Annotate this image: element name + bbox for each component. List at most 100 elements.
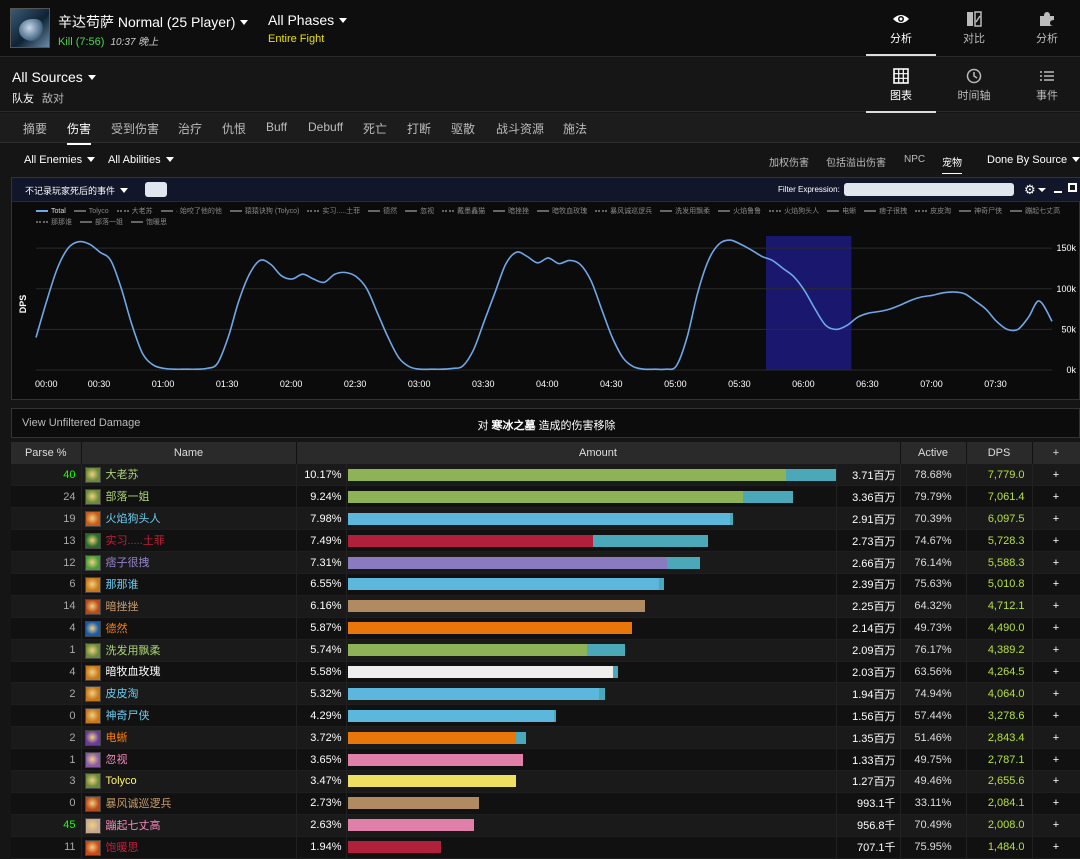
enemy-link[interactable]: 敌对 bbox=[42, 93, 64, 105]
phase-selector[interactable]: All Phases bbox=[268, 12, 348, 28]
expand-button[interactable]: + bbox=[1032, 704, 1080, 728]
player-name-cell[interactable]: 部落一姐 bbox=[81, 485, 297, 509]
player-name-cell[interactable]: 实习.....土菲 bbox=[81, 529, 297, 553]
boss-portrait-icon bbox=[10, 8, 50, 48]
player-name-cell[interactable]: 饱暖思 bbox=[81, 836, 297, 859]
tab-resources[interactable]: 战斗资源 bbox=[496, 120, 544, 137]
pets-toggle[interactable]: 宠物 bbox=[942, 154, 962, 174]
tab-casts[interactable]: 施法 bbox=[563, 120, 587, 137]
col-dps[interactable]: DPS bbox=[966, 442, 1033, 464]
highlight-range[interactable] bbox=[765, 236, 852, 370]
col-plus[interactable]: + bbox=[1032, 442, 1080, 464]
player-name-cell[interactable]: 那那谁 bbox=[81, 573, 297, 596]
player-name-cell[interactable]: 电蜥 bbox=[81, 726, 297, 750]
expand-button[interactable]: + bbox=[1032, 639, 1080, 662]
npc-toggle[interactable]: NPC bbox=[904, 154, 925, 165]
expand-button[interactable]: + bbox=[1032, 814, 1080, 837]
expand-button[interactable]: + bbox=[1032, 792, 1080, 815]
player-name-cell[interactable]: 洗发用飘柔 bbox=[81, 639, 297, 662]
table-row[interactable]: 0 神奇尸侠 4.29% 1.56百万 57.44% 3,278.6 + bbox=[11, 704, 1080, 728]
table-row[interactable]: 6 那那谁 6.55% 2.39百万 75.63% 5,010.8 + bbox=[11, 573, 1080, 596]
player-name-cell[interactable]: 神奇尸侠 bbox=[81, 704, 297, 728]
expand-button[interactable]: + bbox=[1032, 661, 1080, 684]
table-row[interactable]: 40 大老苏 10.17% 3.71百万 78.68% 7,779.0 + bbox=[11, 464, 1080, 487]
player-name-cell[interactable]: Tolyco bbox=[81, 770, 297, 793]
table-row[interactable]: 12 痞子很拽 7.31% 2.66百万 76.14% 5,588.3 + bbox=[11, 551, 1080, 574]
table-row[interactable]: 11 饱暖思 1.94% 707.1千 75.95% 1,484.0 + bbox=[11, 836, 1080, 859]
tab-buffs[interactable]: Buff bbox=[266, 120, 287, 134]
player-name-cell[interactable]: 蹦起七丈高 bbox=[81, 814, 297, 837]
player-name-cell[interactable]: 火焰狗头人 bbox=[81, 507, 297, 531]
expand-button[interactable]: + bbox=[1032, 485, 1080, 509]
table-row[interactable]: 2 电蜥 3.72% 1.35百万 51.46% 2,843.4 + bbox=[11, 726, 1080, 750]
player-name-cell[interactable]: 忽视 bbox=[81, 748, 297, 771]
expand-button[interactable]: + bbox=[1032, 573, 1080, 596]
expand-button[interactable]: + bbox=[1032, 726, 1080, 750]
encounter-time: 10:37 晚上 bbox=[110, 37, 159, 48]
col-active[interactable]: Active bbox=[900, 442, 967, 464]
friendly-link[interactable]: 队友 bbox=[12, 93, 34, 105]
expand-button[interactable]: + bbox=[1032, 464, 1080, 487]
expand-button[interactable]: + bbox=[1032, 595, 1080, 618]
table-row[interactable]: 4 德然 5.87% 2.14百万 49.73% 4,490.0 + bbox=[11, 617, 1080, 640]
expand-button[interactable]: + bbox=[1032, 748, 1080, 771]
tab-deaths[interactable]: 死亡 bbox=[363, 120, 387, 137]
percent-value: 6.16% bbox=[296, 595, 347, 618]
table-row[interactable]: 1 洗发用飘柔 5.74% 2.09百万 76.17% 4,389.2 + bbox=[11, 639, 1080, 662]
done-by-selector[interactable]: Done By Source bbox=[987, 154, 1080, 166]
tab-debuffs[interactable]: Debuff bbox=[308, 120, 343, 134]
table-row[interactable]: 45 蹦起七丈高 2.63% 956.8千 70.49% 2,008.0 + bbox=[11, 814, 1080, 837]
col-amount[interactable]: Amount bbox=[296, 442, 901, 464]
tab-healing[interactable]: 治疗 bbox=[178, 120, 202, 137]
tab-damage[interactable]: 伤害 bbox=[67, 120, 92, 145]
series-line-total[interactable] bbox=[35, 239, 1053, 371]
table-row[interactable]: 4 暗牧血玫瑰 5.58% 2.03百万 63.56% 4,264.5 + bbox=[11, 661, 1080, 684]
tab-dispels[interactable]: 驱散 bbox=[451, 120, 475, 137]
view-graph[interactable]: 图表 bbox=[866, 57, 936, 113]
player-name-cell[interactable]: 大老苏 bbox=[81, 464, 297, 487]
weighted-damage-toggle[interactable]: 加权伤害 bbox=[769, 154, 809, 169]
view-timeline[interactable]: 时间轴 bbox=[939, 57, 1009, 113]
table-row[interactable]: 19 火焰狗头人 7.98% 2.91百万 70.39% 6,097.5 + bbox=[11, 507, 1080, 531]
expand-button[interactable]: + bbox=[1032, 836, 1080, 859]
tab-damage-taken[interactable]: 受到伤害 bbox=[111, 120, 159, 137]
nav-analyze-puzzle[interactable]: 分析 bbox=[1012, 0, 1080, 56]
expand-button[interactable]: + bbox=[1032, 551, 1080, 574]
expand-button[interactable]: + bbox=[1032, 617, 1080, 640]
view-events[interactable]: 事件 bbox=[1012, 57, 1080, 113]
tab-threat[interactable]: 仇恨 bbox=[222, 120, 246, 137]
encounter-selector[interactable]: 辛达苟萨 Normal (25 Player) bbox=[58, 12, 249, 32]
table-row[interactable]: 0 暴风诚巡逻兵 2.73% 993.1千 33.11% 2,084.1 + bbox=[11, 792, 1080, 815]
overkill-toggle[interactable]: 包括溢出伤害 bbox=[826, 154, 886, 169]
tab-interrupts[interactable]: 打断 bbox=[407, 120, 431, 137]
table-row[interactable]: 13 实习.....土菲 7.49% 2.73百万 74.67% 5,728.3 + bbox=[11, 529, 1080, 553]
expand-button[interactable]: + bbox=[1032, 682, 1080, 706]
player-name-cell[interactable]: 暴风诚巡逻兵 bbox=[81, 792, 297, 815]
table-row[interactable]: 1 忽视 3.65% 1.33百万 49.75% 2,787.1 + bbox=[11, 748, 1080, 771]
table-row[interactable]: 24 部落一姐 9.24% 3.36百万 79.79% 7,061.4 + bbox=[11, 485, 1080, 509]
player-name-cell[interactable]: 皮皮淘 bbox=[81, 682, 297, 706]
table-row[interactable]: 2 皮皮淘 5.32% 1.94百万 74.94% 4,064.0 + bbox=[11, 682, 1080, 706]
table-row[interactable]: 14 暗挫挫 6.16% 2.25百万 64.32% 4,712.1 + bbox=[11, 595, 1080, 618]
source-selector[interactable]: All Sources bbox=[12, 69, 96, 85]
abilities-filter[interactable]: All Abilities bbox=[108, 154, 174, 166]
player-name-cell[interactable]: 暗牧血玫瑰 bbox=[81, 661, 297, 684]
amount-bar-fill bbox=[347, 665, 613, 678]
expand-button[interactable]: + bbox=[1032, 770, 1080, 793]
amount-bar bbox=[347, 468, 835, 481]
eye-icon bbox=[893, 15, 909, 23]
nav-compare[interactable]: 对比 bbox=[939, 0, 1009, 56]
x-tick-label: 06:30 bbox=[856, 379, 879, 389]
enemies-filter[interactable]: All Enemies bbox=[24, 154, 96, 166]
player-name-cell[interactable]: 德然 bbox=[81, 617, 297, 640]
tab-summary[interactable]: 摘要 bbox=[23, 120, 47, 137]
expand-button[interactable]: + bbox=[1032, 529, 1080, 553]
dps-plot[interactable]: 0k 50k 100k 150k DPS 00:00 00:30 01:00 01:30 02:0… bbox=[12, 178, 1079, 399]
nav-analyze[interactable]: 分析 bbox=[866, 0, 936, 56]
col-name[interactable]: Name bbox=[81, 442, 297, 464]
player-name-cell[interactable]: 暗挫挫 bbox=[81, 595, 297, 618]
player-name-cell[interactable]: 痞子很拽 bbox=[81, 551, 297, 574]
col-parse[interactable]: Parse % bbox=[11, 442, 82, 464]
expand-button[interactable]: + bbox=[1032, 507, 1080, 531]
table-row[interactable]: 3 Tolyco 3.47% 1.27百万 49.46% 2,655.6 + bbox=[11, 770, 1080, 793]
